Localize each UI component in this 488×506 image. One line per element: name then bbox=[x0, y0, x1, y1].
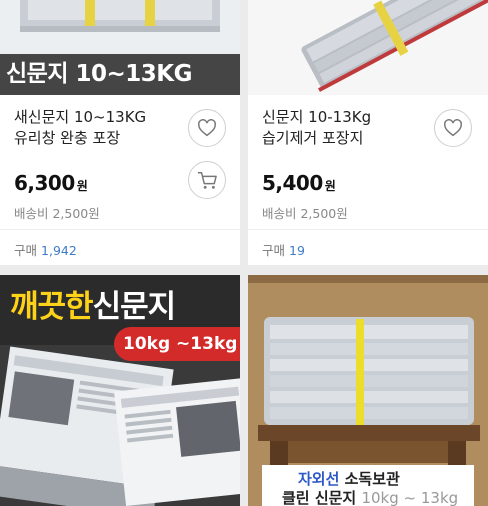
add-to-cart-button[interactable] bbox=[188, 161, 226, 199]
purchase-count: 구매 19 bbox=[262, 243, 305, 258]
product-title[interactable]: 신문지 10-13Kg 습기제거 포장지 bbox=[262, 107, 371, 149]
product-title[interactable]: 새신문지 10~13KG 유리창 완충 포장 bbox=[14, 107, 146, 149]
newspaper-bundle-image bbox=[301, 0, 488, 92]
divider bbox=[248, 229, 488, 230]
product-card[interactable]: 깨끗한신문지 10kg ~13kg bbox=[0, 275, 240, 506]
wishlist-button[interactable] bbox=[434, 109, 472, 147]
product-image[interactable]: 자외선 소독보관 클린 신문지 10kg ~ 13kg bbox=[248, 275, 488, 506]
heart-icon bbox=[444, 119, 462, 137]
product-banner: 신문지 10~13KG bbox=[0, 54, 240, 95]
product-card[interactable]: 자외선 소독보관 클린 신문지 10kg ~ 13kg bbox=[248, 275, 488, 506]
purchase-count: 구매 1,942 bbox=[14, 243, 77, 258]
wishlist-button[interactable] bbox=[188, 109, 226, 147]
product-caption: 자외선 소독보관 클린 신문지 10kg ~ 13kg bbox=[262, 465, 474, 506]
product-image[interactable] bbox=[248, 0, 488, 95]
shipping-fee: 배송비 2,500원 bbox=[14, 206, 100, 221]
shipping-fee: 배송비 2,500원 bbox=[262, 206, 348, 221]
heart-icon bbox=[198, 119, 216, 137]
promo-headline: 깨끗한신문지 bbox=[10, 289, 176, 325]
product-image[interactable]: 신문지 10~13KG bbox=[0, 0, 240, 95]
product-price: 5,400 원 bbox=[262, 171, 336, 195]
divider bbox=[0, 229, 240, 230]
product-card[interactable]: 신문지 10~13KG 새신문지 10~13KG 유리창 완충 포장 6,300… bbox=[0, 0, 240, 265]
weight-badge: 10kg ~13kg bbox=[114, 327, 240, 361]
cart-icon bbox=[197, 172, 217, 189]
product-image[interactable]: 깨끗한신문지 10kg ~13kg bbox=[0, 275, 240, 506]
product-price: 6,300 원 bbox=[14, 171, 88, 195]
product-card[interactable]: 신문지 10-13Kg 습기제거 포장지 5,400 원 배송비 2,500원 구… bbox=[248, 0, 488, 265]
